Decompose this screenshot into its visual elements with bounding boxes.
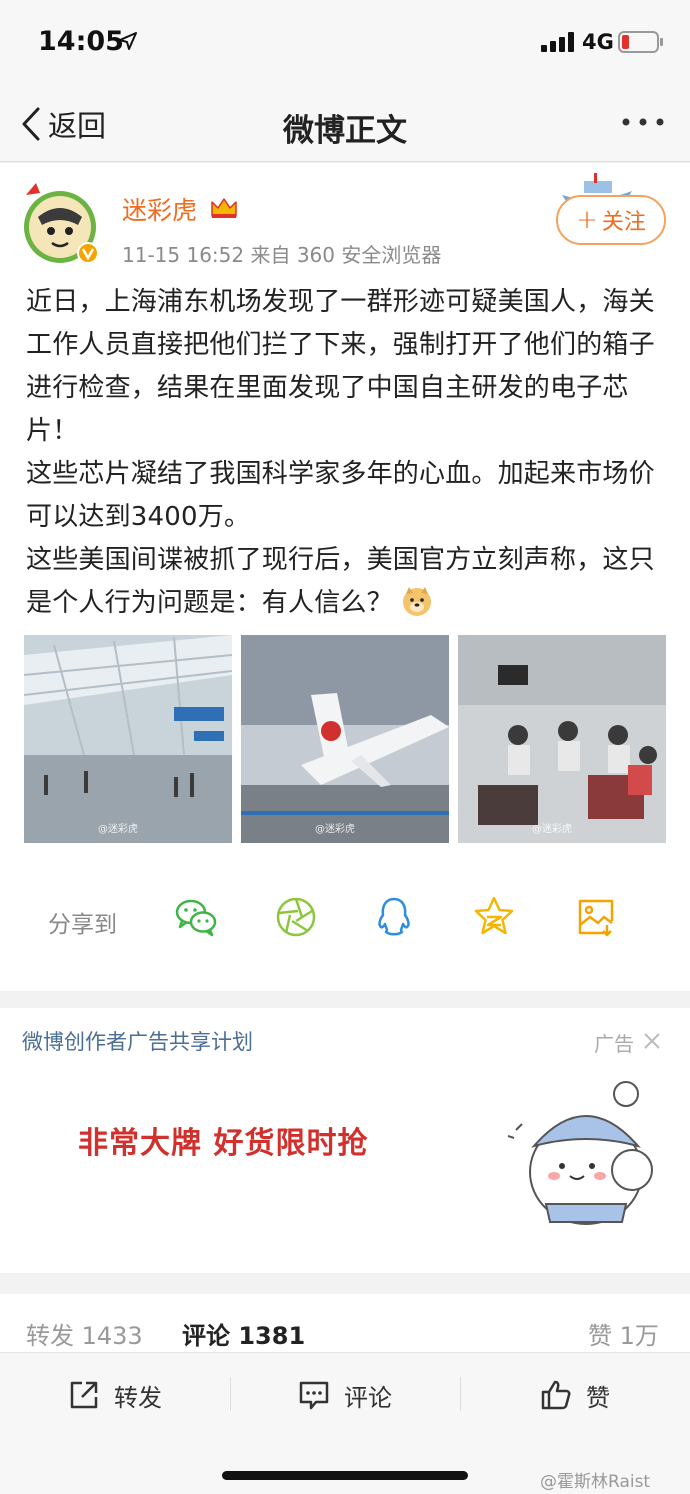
like-label: 赞 — [586, 1383, 610, 1412]
qq-icon[interactable] — [372, 895, 416, 939]
photo-watermark: @迷彩虎 — [315, 824, 355, 835]
qzone-icon[interactable] — [472, 895, 516, 939]
wechat-icon[interactable] — [174, 895, 218, 939]
repost-button[interactable]: 转发 — [68, 1375, 162, 1415]
comment-count[interactable]: 评论 1381 — [182, 1316, 305, 1351]
back-button[interactable]: 返回 — [20, 104, 106, 144]
crown-icon — [211, 198, 237, 218]
author-name[interactable]: 迷彩虎 — [122, 191, 197, 227]
post-paragraph: 这些美国间谍被抓了现行后，美国官方立刻声称，这只是个人行为问题是：有人信么？ — [26, 545, 655, 618]
ad-plan-link[interactable]: 微博创作者广告共享计划 — [22, 1026, 253, 1056]
location-arrow-icon — [119, 32, 137, 50]
photo-grid: @迷彩虎 @迷彩虎 @迷彩虎 — [24, 635, 666, 843]
battery-icon — [618, 31, 663, 53]
section-gap — [0, 991, 690, 1008]
divider — [230, 1377, 231, 1411]
back-label: 返回 — [48, 109, 107, 143]
follow-label: 关注 — [601, 210, 646, 235]
photo-luggage-inspection[interactable]: @迷彩虎 — [458, 635, 666, 843]
share-label: 分享到 — [48, 912, 117, 938]
cellular-signal-icon — [541, 32, 574, 52]
comment-icon — [299, 1381, 329, 1410]
doge-emoji-icon — [402, 587, 431, 616]
status-time: 14:05 — [38, 26, 124, 57]
post-paragraph: 近日，上海浦东机场发现了一群形迹可疑美国人，海关工作人员直接把他们拦了下来，强制… — [26, 287, 655, 446]
follow-button[interactable]: + 关注 — [556, 195, 666, 245]
weibo-post: 迷彩虎 11-15 16:52 来自 360 安全浏览器 + 关注 近日，上海浦… — [0, 163, 690, 991]
airport-terminal-image — [24, 635, 232, 843]
ad-card: 微博创作者广告共享计划 广告 非常大牌 好货限时抢 — [0, 1008, 690, 1273]
comment-button[interactable]: 评论 — [298, 1375, 392, 1415]
ad-slogan[interactable]: 非常大牌 好货限时抢 — [78, 1118, 368, 1162]
chevron-left-icon — [22, 107, 40, 141]
post-paragraph: 这些芯片凝结了我国科学家多年的心血。加起来市场价可以达到3400万。 — [26, 459, 655, 532]
photo-watermark: @迷彩虎 — [532, 824, 572, 835]
thumbs-up-icon — [541, 1380, 571, 1410]
like-count[interactable]: 赞 1万 — [588, 1316, 659, 1351]
stats-bar: 转发 1433 评论 1381 赞 1万 — [0, 1294, 690, 1352]
home-indicator[interactable] — [222, 1471, 468, 1480]
photo-watermark: @迷彩虎 — [98, 824, 138, 835]
ad-tag: 广告 — [594, 1032, 634, 1056]
repost-count[interactable]: 转发 1433 — [26, 1316, 143, 1351]
moments-icon[interactable] — [274, 895, 318, 939]
more-options-icon[interactable] — [620, 110, 666, 134]
post-content: 近日，上海浦东机场发现了一群形迹可疑美国人，海关工作人员直接把他们拦了下来，强制… — [26, 281, 666, 625]
close-icon[interactable] — [643, 1032, 661, 1050]
section-gap — [0, 1273, 690, 1294]
divider — [460, 1377, 461, 1411]
status-bar: 14:05 4G — [0, 0, 690, 86]
luggage-inspection-image — [458, 635, 666, 843]
like-button[interactable]: 赞 — [540, 1375, 610, 1415]
nav-bar: 返回 微博正文 — [0, 86, 690, 162]
image-watermark: @霍斯林Raist — [540, 1472, 651, 1492]
author-avatar[interactable] — [22, 181, 102, 265]
air-china-plane-image — [241, 635, 449, 843]
comment-label: 评论 — [344, 1383, 392, 1412]
plus-icon: + — [576, 205, 598, 235]
save-image-icon[interactable] — [574, 895, 618, 939]
photo-air-china-plane[interactable]: @迷彩虎 — [241, 635, 449, 843]
network-type: 4G — [582, 30, 614, 54]
repost-icon — [70, 1381, 98, 1409]
photo-airport-terminal[interactable]: @迷彩虎 — [24, 635, 232, 843]
post-meta: 11-15 16:52 来自 360 安全浏览器 — [122, 243, 442, 267]
ad-mascot-image[interactable] — [506, 1076, 666, 1236]
repost-label: 转发 — [114, 1383, 162, 1412]
action-bar: 转发 评论 赞 @霍斯林Raist — [0, 1352, 690, 1494]
